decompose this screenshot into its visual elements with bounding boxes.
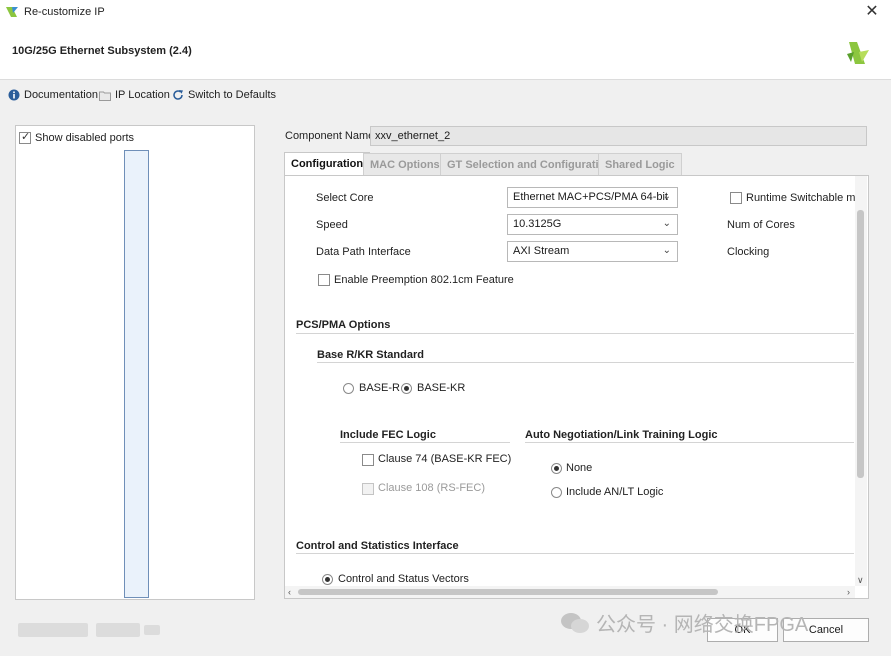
select-core-value: Ethernet MAC+PCS/PMA 64-bit <box>513 191 668 203</box>
wechat-icon <box>561 612 589 633</box>
select-core-label: Select Core <box>316 192 374 204</box>
clause74-label: Clause 74 (BASE-KR FEC) <box>378 453 512 465</box>
watermark: 公众号 · 网络交换FPGA <box>560 608 808 637</box>
info-icon <box>8 89 20 101</box>
pcs-pma-section-title: PCS/PMA Options <box>296 319 391 331</box>
data-path-dropdown[interactable]: AXI Stream ⌄ <box>507 241 678 262</box>
autoneg-none-radio[interactable] <box>551 463 562 474</box>
switch-to-defaults-button[interactable]: Switch to Defaults <box>172 87 276 103</box>
section-divider <box>525 442 854 443</box>
clocking-label: Clocking <box>727 246 770 258</box>
include-anlt-radio[interactable] <box>551 487 562 498</box>
fec-logic-title: Include FEC Logic <box>340 429 436 441</box>
include-anlt-label: Include AN/LT Logic <box>566 486 664 498</box>
ports-preview-pane: Show disabled ports <box>15 125 255 600</box>
section-divider <box>296 553 854 554</box>
subsystem-title: 10G/25G Ethernet Subsystem (2.4) <box>12 45 192 57</box>
ip-symbol-block <box>124 150 149 598</box>
window-title: Re-customize IP <box>24 6 105 18</box>
num-cores-label: Num of Cores <box>727 219 795 231</box>
section-divider <box>317 362 854 363</box>
horizontal-scroll-thumb[interactable] <box>298 589 718 595</box>
clause74-checkbox[interactable] <box>362 454 374 466</box>
ip-location-button[interactable]: IP Location <box>99 87 170 103</box>
chevron-down-icon: ⌄ <box>662 191 671 202</box>
base-r-radio[interactable] <box>343 383 354 394</box>
tab-gt-selection[interactable]: GT Selection and Configuration <box>440 153 619 175</box>
vertical-scroll-thumb[interactable] <box>857 210 864 478</box>
speed-label: Speed <box>316 219 348 231</box>
xilinx-logo-icon <box>847 42 869 64</box>
speed-value: 10.3125G <box>513 218 562 230</box>
data-path-label: Data Path Interface <box>316 246 411 258</box>
blurred-region <box>144 625 160 635</box>
control-status-vectors-radio[interactable] <box>322 574 333 585</box>
tab-configuration[interactable]: Configuration <box>284 152 371 176</box>
control-stats-section-title: Control and Statistics Interface <box>296 540 459 552</box>
enable-preemption-label: Enable Preemption 802.1cm Feature <box>334 274 514 286</box>
section-divider <box>340 442 510 443</box>
component-name-field[interactable]: xxv_ethernet_2 <box>370 126 867 146</box>
runtime-switchable-checkbox[interactable] <box>730 192 742 204</box>
scroll-left-arrow-icon[interactable]: ‹ <box>288 587 291 597</box>
chevron-down-icon: ⌄ <box>662 218 671 229</box>
documentation-button[interactable]: Documentation <box>8 87 98 103</box>
base-kr-radio[interactable] <box>401 383 412 394</box>
show-disabled-ports-checkbox[interactable] <box>19 130 31 144</box>
enable-preemption-checkbox[interactable] <box>318 274 330 286</box>
watermark-text: 公众号 · 网络交换FPGA <box>596 614 809 636</box>
chevron-down-icon: ⌄ <box>662 245 671 256</box>
clause108-label: Clause 108 (RS-FEC) <box>378 482 485 494</box>
autoneg-title: Auto Negotiation/Link Training Logic <box>525 429 718 441</box>
control-status-vectors-label: Control and Status Vectors <box>338 573 469 585</box>
vivado-logo-icon <box>6 7 18 17</box>
base-kr-label: BASE-KR <box>417 382 466 394</box>
ip-location-label: IP Location <box>115 89 170 101</box>
section-divider <box>296 333 854 334</box>
data-path-value: AXI Stream <box>513 245 570 257</box>
refresh-icon <box>173 90 183 100</box>
tab-shared-logic[interactable]: Shared Logic <box>598 153 682 175</box>
scroll-down-arrow-icon[interactable]: ∨ <box>857 575 864 586</box>
blurred-region <box>18 623 88 637</box>
speed-dropdown[interactable]: 10.3125G ⌄ <box>507 214 678 235</box>
autoneg-none-label: None <box>566 462 593 474</box>
title-bar <box>0 0 891 25</box>
clause108-checkbox <box>362 483 374 495</box>
component-name-label: Component Name <box>285 130 375 142</box>
runtime-switchable-label: Runtime Switchable mod <box>746 192 856 204</box>
show-disabled-ports-label: Show disabled ports <box>35 132 135 144</box>
base-r-label: BASE-R <box>359 382 400 394</box>
close-button[interactable]: ✕ <box>862 2 882 22</box>
switch-to-defaults-label: Switch to Defaults <box>188 89 277 101</box>
folder-icon <box>99 91 111 101</box>
blurred-region <box>96 623 140 637</box>
documentation-label: Documentation <box>24 89 98 101</box>
base-standard-title: Base R/KR Standard <box>317 349 424 361</box>
scroll-right-arrow-icon[interactable]: › <box>847 587 850 597</box>
select-core-dropdown[interactable]: Ethernet MAC+PCS/PMA 64-bit ⌄ <box>507 187 678 208</box>
tab-mac-options[interactable]: MAC Options <box>363 153 447 175</box>
